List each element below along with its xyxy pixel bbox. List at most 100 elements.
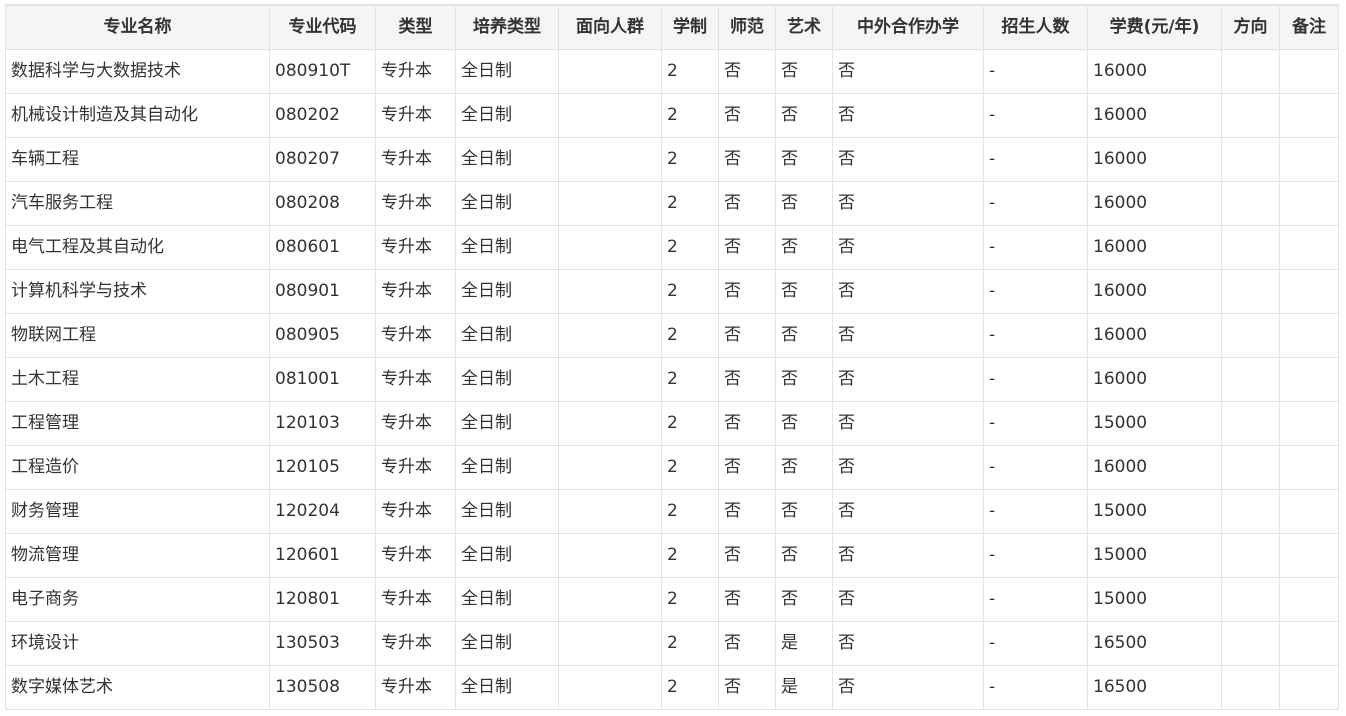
table-row: 车辆工程 080207 专升本 全日制 2 否否否 -16000: [5, 137, 1339, 182]
table-cell: 16500: [1087, 621, 1222, 666]
table-cell: 2: [661, 357, 719, 402]
table-cell: -: [983, 225, 1088, 270]
table-cell: 专升本: [375, 357, 456, 402]
table-cell: 否: [718, 621, 776, 666]
table-row: 土木工程 081001 专升本 全日制 2 否否否 -16000: [5, 357, 1339, 402]
table-cell: 130508: [269, 665, 376, 710]
table-cell: 080901: [269, 269, 376, 314]
table-cell: 专升本: [375, 401, 456, 446]
table-cell: 否: [718, 225, 776, 270]
table-cell: [1221, 665, 1280, 710]
table-cell: -: [983, 357, 1088, 402]
table-cell: [558, 665, 662, 710]
table-cell: 否: [832, 357, 984, 402]
table-cell: 否: [832, 533, 984, 578]
table-cell: [1279, 665, 1339, 710]
table-cell: 16000: [1087, 137, 1222, 182]
column-header: 招生人数: [983, 4, 1088, 50]
table-cell: 全日制: [455, 401, 559, 446]
table-cell: -: [983, 533, 1088, 578]
table-cell: 否: [832, 137, 984, 182]
table-cell: 2: [661, 93, 719, 138]
table-cell: [1279, 489, 1339, 534]
table-cell: [1279, 533, 1339, 578]
table-cell: 2: [661, 49, 719, 94]
table-cell: [558, 49, 662, 94]
column-header: 艺术: [775, 4, 833, 50]
table-container: 专业名称 专业代码 类型 培养类型 面向人群 学制 师范 艺术 中外合作办学 招生人数 学费(元/年…: [5, 4, 1339, 710]
table-cell: [1279, 225, 1339, 270]
column-header: 面向人群: [558, 4, 662, 50]
table-cell: 15000: [1087, 489, 1222, 534]
table-cell: 专升本: [375, 49, 456, 94]
table-cell: 2: [661, 181, 719, 226]
table-row: 财务管理 120204 专升本 全日制 2 否否否 -15000: [5, 489, 1339, 534]
table-cell: 专升本: [375, 313, 456, 358]
table-cell: [1279, 401, 1339, 446]
table-cell: 专升本: [375, 445, 456, 490]
table-cell: [1279, 621, 1339, 666]
table-cell: 16000: [1087, 225, 1222, 270]
table-cell: 否: [775, 49, 833, 94]
table-cell: [1279, 93, 1339, 138]
column-header: 学制: [661, 4, 719, 50]
table-cell: -: [983, 489, 1088, 534]
table-cell: [1221, 269, 1280, 314]
table-cell: [558, 401, 662, 446]
table-cell: 2: [661, 665, 719, 710]
table-cell: [1279, 269, 1339, 314]
table-cell: [558, 313, 662, 358]
table-row: 机械设计制造及其自动化 080202 专升本 全日制 2 否否否 -16000: [5, 93, 1339, 138]
table-cell: 2: [661, 445, 719, 490]
table-cell: 全日制: [455, 665, 559, 710]
table-cell: [1279, 137, 1339, 182]
table-cell: 是: [775, 621, 833, 666]
table-cell: 全日制: [455, 357, 559, 402]
table-cell: [1221, 533, 1280, 578]
table-cell: [558, 577, 662, 622]
table-row: 电子商务 120801 专升本 全日制 2 否否否 -15000: [5, 577, 1339, 622]
table-cell: 120103: [269, 401, 376, 446]
table-cell: -: [983, 445, 1088, 490]
table-cell: 专升本: [375, 533, 456, 578]
table-cell: 否: [832, 93, 984, 138]
table-cell: [1221, 445, 1280, 490]
table-cell: -: [983, 313, 1088, 358]
table-cell: [558, 225, 662, 270]
table-cell: [558, 445, 662, 490]
table-cell: 电子商务: [5, 577, 270, 622]
table-cell: -: [983, 269, 1088, 314]
table-cell: -: [983, 621, 1088, 666]
table-cell: 120601: [269, 533, 376, 578]
table-cell: 080905: [269, 313, 376, 358]
table-cell: 专升本: [375, 489, 456, 534]
column-header: 备注: [1279, 4, 1339, 50]
table-cell: [558, 93, 662, 138]
table-cell: 15000: [1087, 401, 1222, 446]
table-cell: 专升本: [375, 181, 456, 226]
table-cell: 否: [832, 577, 984, 622]
table-cell: [1279, 357, 1339, 402]
table-row: 计算机科学与技术 080901 专升本 全日制 2 否否否 -16000: [5, 269, 1339, 314]
table-cell: -: [983, 665, 1088, 710]
table-cell: 否: [718, 357, 776, 402]
table-cell: [1279, 49, 1339, 94]
table-cell: 车辆工程: [5, 137, 270, 182]
table-cell: [1221, 313, 1280, 358]
table-cell: 专升本: [375, 621, 456, 666]
major-table: 专业名称 专业代码 类型 培养类型 面向人群 学制 师范 艺术 中外合作办学 招生人数 学费(元/年…: [5, 4, 1339, 710]
table-cell: 全日制: [455, 93, 559, 138]
table-cell: -: [983, 181, 1088, 226]
table-cell: 否: [718, 93, 776, 138]
table-cell: 2: [661, 401, 719, 446]
table-cell: -: [983, 137, 1088, 182]
table-cell: 全日制: [455, 137, 559, 182]
table-cell: 否: [775, 137, 833, 182]
table-cell: 2: [661, 533, 719, 578]
table-cell: 全日制: [455, 445, 559, 490]
table-cell: 否: [775, 93, 833, 138]
table-row: 数据科学与大数据技术 080910T 专升本 全日制 2 否否否 -16000: [5, 49, 1339, 94]
table-cell: 081001: [269, 357, 376, 402]
table-cell: [1221, 181, 1280, 226]
table-cell: 否: [775, 181, 833, 226]
